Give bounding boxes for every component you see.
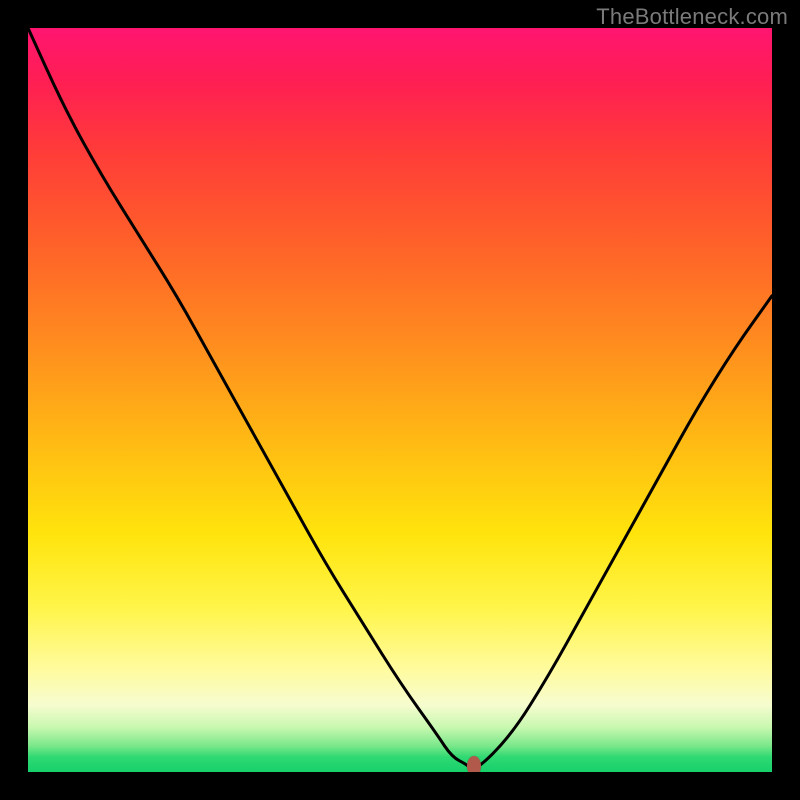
optimal-point-marker — [467, 756, 481, 772]
bottleneck-curve — [28, 28, 772, 772]
chart-frame: TheBottleneck.com — [0, 0, 800, 800]
plot-area — [28, 28, 772, 772]
watermark-text: TheBottleneck.com — [596, 4, 788, 30]
curve-path — [28, 28, 772, 769]
